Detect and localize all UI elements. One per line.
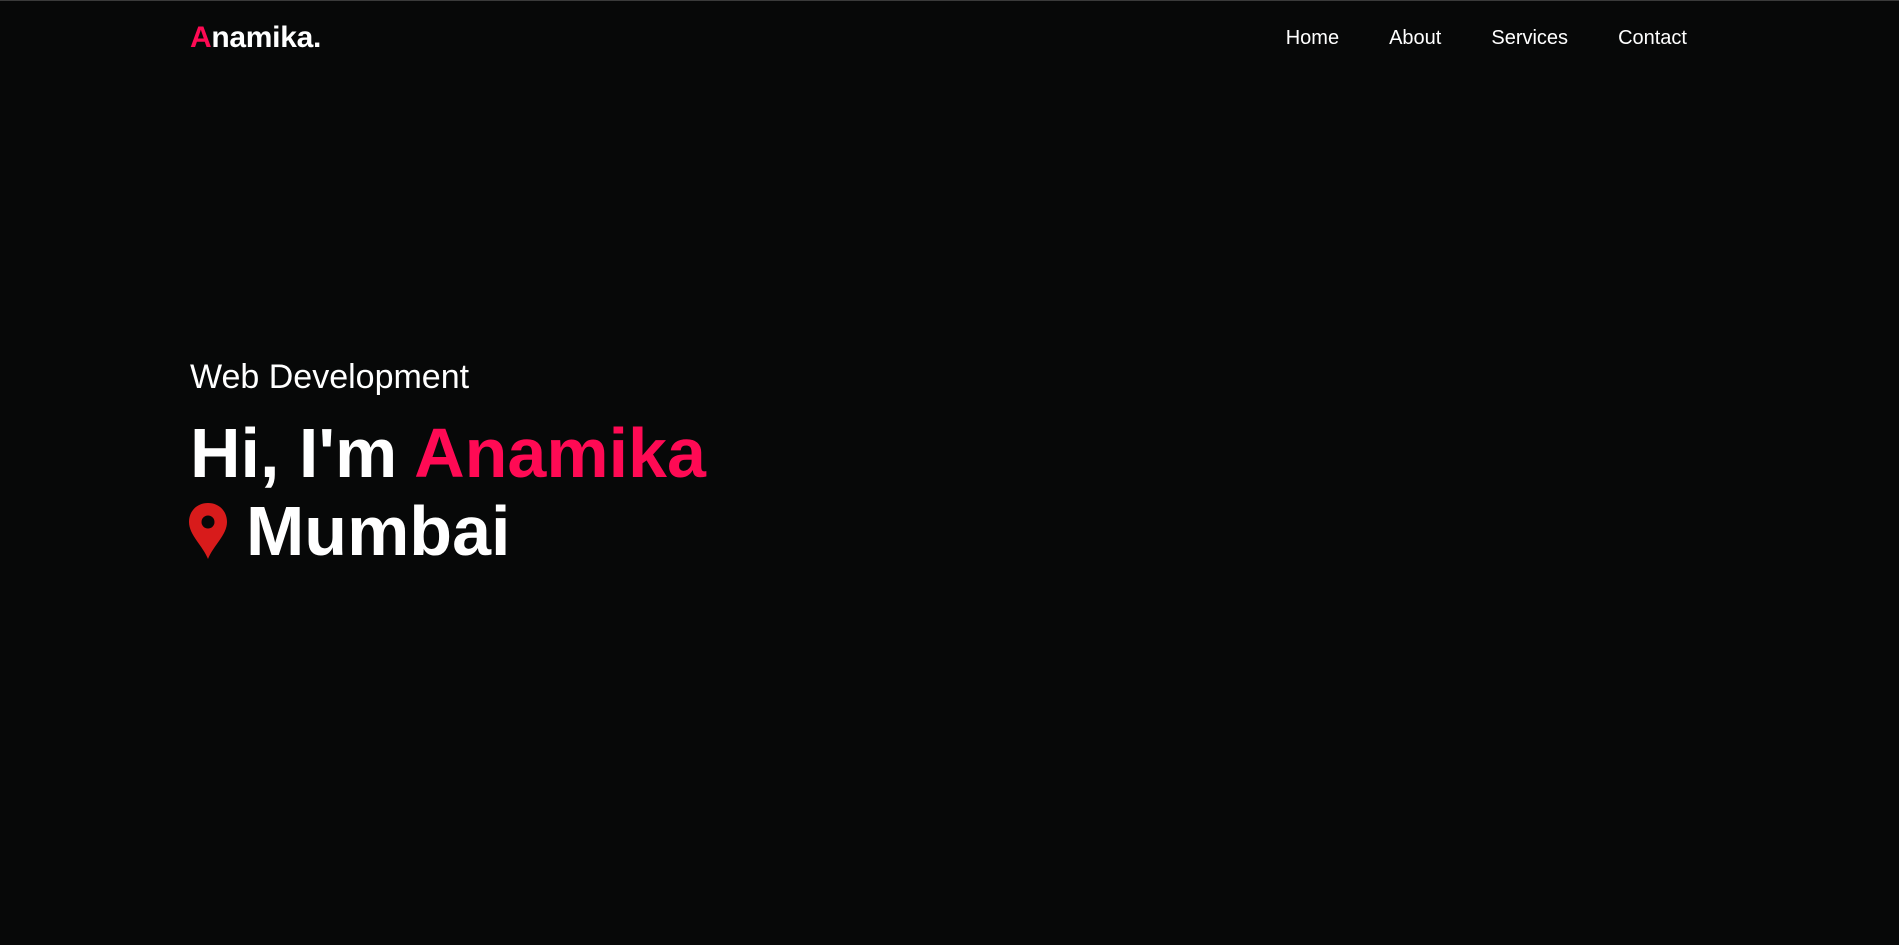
nav-link-services[interactable]: Services <box>1491 27 1568 49</box>
logo-text: namika. <box>211 21 321 54</box>
hero-name: Anamika <box>414 413 706 492</box>
nav-item-home: Home <box>1286 27 1339 50</box>
nav-link-contact[interactable]: Contact <box>1618 27 1687 49</box>
map-pin-icon <box>189 502 227 559</box>
nav-link-about[interactable]: About <box>1389 27 1441 49</box>
hero-greeting: Hi, I'm <box>190 413 415 492</box>
logo[interactable]: Anamika. <box>190 21 321 55</box>
location-text: Mumbai <box>246 491 511 570</box>
hero-title: Hi, I'm Anamika <box>190 414 706 492</box>
nav-item-services: Services <box>1441 27 1568 50</box>
navbar: Anamika. Home About Services Contact <box>190 18 1687 58</box>
logo-accent-letter: A <box>190 21 212 54</box>
nav-links: Home About Services Contact <box>1286 27 1687 50</box>
top-border <box>0 0 1899 1</box>
nav-item-about: About <box>1339 27 1441 50</box>
nav-link-home[interactable]: Home <box>1286 27 1339 49</box>
nav-item-contact: Contact <box>1568 27 1687 50</box>
hero-location: Mumbai <box>189 491 706 570</box>
hero-subtitle: Web Development <box>190 358 470 396</box>
hero-section: Web Development Hi, I'm Anamika Mumbai <box>189 357 706 570</box>
